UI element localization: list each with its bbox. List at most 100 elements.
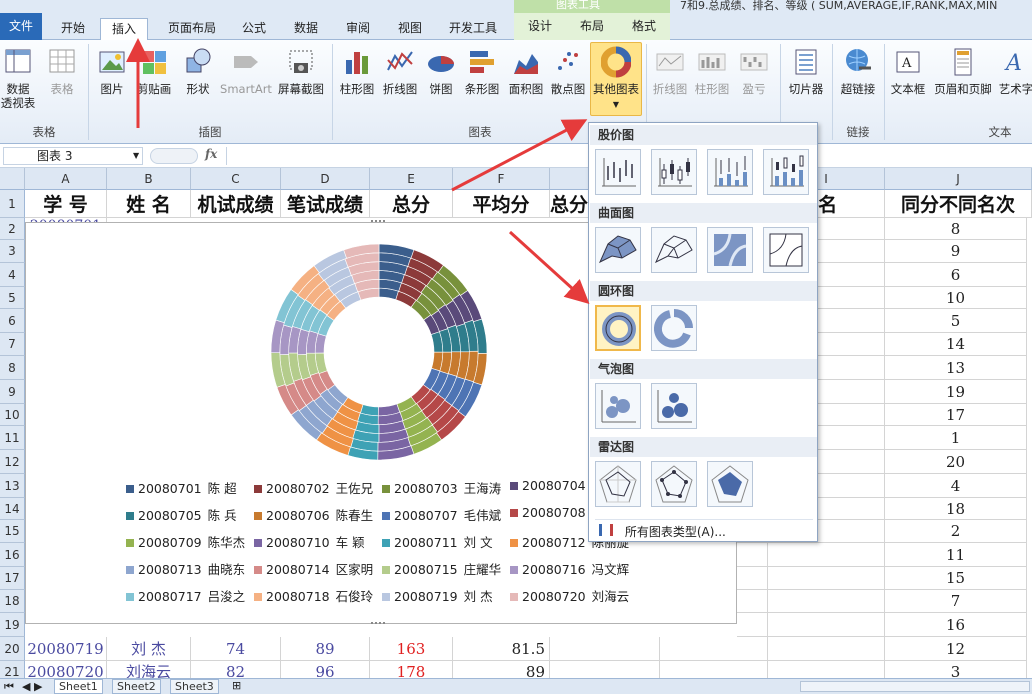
textbox-button[interactable]: A 文本框 (888, 46, 928, 96)
legend-entry[interactable]: 20080715 庄耀华 (382, 559, 510, 579)
header-cell[interactable]: 笔试成绩 (281, 190, 370, 218)
exploded-doughnut-option[interactable] (651, 305, 697, 351)
column-header[interactable]: J (885, 168, 1032, 190)
legend-entry[interactable]: 20080719 刘 杰 (382, 586, 510, 606)
data-cell[interactable]: 96 (281, 661, 370, 678)
tab-format[interactable]: 格式 (618, 13, 670, 40)
grid-cell[interactable] (768, 613, 885, 637)
data-cell[interactable]: 20080720 (25, 661, 107, 678)
row-header[interactable]: 13 (0, 474, 25, 498)
row-header[interactable]: 11 (0, 426, 25, 450)
legend-entry[interactable]: 20080718 石俊玲 (254, 586, 382, 606)
doughnut-chart-option[interactable] (595, 305, 641, 351)
wordart-button[interactable]: A 艺术字 (996, 46, 1032, 96)
grid-cell[interactable] (737, 567, 768, 590)
rank-cell[interactable]: 12 (885, 637, 1027, 661)
column-header[interactable]: C (191, 168, 281, 190)
data-cell[interactable]: 89 (281, 637, 370, 661)
rank-cell[interactable]: 10 (885, 287, 1027, 309)
tab-page-layout[interactable]: 页面布局 (160, 18, 224, 40)
select-all-corner[interactable] (0, 168, 25, 190)
smartart-button[interactable]: SmartArt (220, 46, 272, 96)
other-charts-button[interactable]: 其他图表 ▼ (590, 42, 642, 116)
table-button[interactable]: 表格 (44, 46, 80, 96)
legend-entry[interactable]: 20080701 陈 超 (126, 478, 254, 498)
rank-cell[interactable]: 5 (885, 309, 1027, 333)
legend-entry[interactable]: 20080716 冯文辉 (510, 559, 638, 579)
grid-cell[interactable] (737, 543, 768, 567)
grid-cell[interactable] (768, 637, 885, 661)
rank-cell[interactable]: 13 (885, 356, 1027, 380)
tab-file[interactable]: 文件 (0, 13, 42, 40)
legend-entry[interactable]: 20080702 王佐兄 (254, 478, 382, 498)
legend-entry[interactable]: 20080709 陈华杰 (126, 532, 254, 552)
rank-cell[interactable]: 3 (885, 661, 1027, 678)
stock-chart-option[interactable] (763, 149, 809, 195)
header-cell[interactable]: 同分不同名次 (885, 190, 1032, 218)
column-header[interactable]: D (281, 168, 370, 190)
sparkline-column-button[interactable]: 柱形图 (692, 46, 732, 96)
clipart-button[interactable]: 剪贴画 (134, 46, 174, 96)
rank-cell[interactable]: 7 (885, 590, 1027, 613)
data-cell[interactable]: 刘海云 (107, 661, 191, 678)
grid-cell[interactable] (660, 661, 768, 678)
rank-cell[interactable]: 16 (885, 613, 1027, 637)
legend-entry[interactable]: 20080717 吕浚之 (126, 586, 254, 606)
row-header[interactable]: 3 (0, 240, 25, 263)
grid-cell[interactable] (768, 661, 885, 678)
grid-cell[interactable] (660, 637, 768, 661)
chart-resize-handle[interactable] (371, 220, 385, 224)
line-chart-button[interactable]: 折线图 (380, 46, 420, 96)
row-header[interactable]: 18 (0, 590, 25, 613)
tab-view[interactable]: 视图 (388, 18, 432, 40)
row-header[interactable]: 8 (0, 356, 25, 380)
surface-chart-option[interactable] (651, 227, 697, 273)
stock-chart-option[interactable] (651, 149, 697, 195)
header-cell[interactable]: 总分 (370, 190, 453, 218)
row-header[interactable]: 20 (0, 637, 25, 661)
tab-design[interactable]: 设计 (514, 13, 566, 40)
shapes-button[interactable]: 形状 (180, 46, 216, 96)
grid-cell[interactable] (737, 590, 768, 613)
row-header[interactable]: 17 (0, 567, 25, 590)
pie-chart-button[interactable]: 饼图 (424, 46, 458, 96)
row-header[interactable]: 19 (0, 613, 25, 637)
data-cell[interactable]: 163 (370, 637, 453, 661)
row-header[interactable]: 7 (0, 333, 25, 356)
chart-resize-handle[interactable] (371, 622, 385, 626)
data-cell[interactable]: 81.5 (453, 637, 550, 661)
legend-entry[interactable]: 20080710 车 颖 (254, 532, 382, 552)
tab-formulas[interactable]: 公式 (232, 18, 276, 40)
legend-entry[interactable]: 20080711 刘 文 (382, 532, 510, 552)
slicer-button[interactable]: 切片器 (784, 46, 828, 96)
rank-cell[interactable]: 4 (885, 474, 1027, 498)
column-header[interactable]: A (25, 168, 107, 190)
data-cell[interactable]: 刘 杰 (107, 637, 191, 661)
legend-entry[interactable]: 20080707 毛伟斌 (382, 505, 510, 525)
sparkline-winloss-button[interactable]: 盈亏 (736, 46, 772, 96)
rank-cell[interactable]: 11 (885, 543, 1027, 567)
name-box[interactable]: 图表 3 (3, 147, 143, 165)
grid-cell[interactable] (550, 661, 660, 678)
pivot-table-button[interactable]: 数据 透视表 (0, 46, 36, 110)
legend-entry[interactable]: 20080713 曲晓东 (126, 559, 254, 579)
rank-cell[interactable]: 1 (885, 426, 1027, 450)
stock-chart-option[interactable] (707, 149, 753, 195)
data-cell[interactable]: 178 (370, 661, 453, 678)
bubble-chart-option[interactable] (595, 383, 641, 429)
tab-data[interactable]: 数据 (284, 18, 328, 40)
insert-sheet-icon[interactable]: ⊞ (232, 679, 241, 692)
tab-developer[interactable]: 开发工具 (440, 18, 506, 40)
data-cell[interactable]: 89 (453, 661, 550, 678)
area-chart-button[interactable]: 面积图 (506, 46, 546, 96)
data-cell[interactable]: 82 (191, 661, 281, 678)
sheet-nav-first-icon[interactable]: ⏮ (4, 680, 14, 694)
hyperlink-button[interactable]: 超链接 (836, 46, 880, 96)
scatter-chart-button[interactable]: 散点图 (548, 46, 588, 96)
row-header[interactable]: 2 (0, 218, 25, 240)
column-header[interactable]: B (107, 168, 191, 190)
rank-cell[interactable]: 2 (885, 520, 1027, 543)
legend-entry[interactable]: 20080720 刘海云 (510, 586, 638, 606)
legend-entry[interactable]: 20080714 区家明 (254, 559, 382, 579)
name-box-dropdown-icon[interactable]: ▼ (133, 151, 139, 160)
